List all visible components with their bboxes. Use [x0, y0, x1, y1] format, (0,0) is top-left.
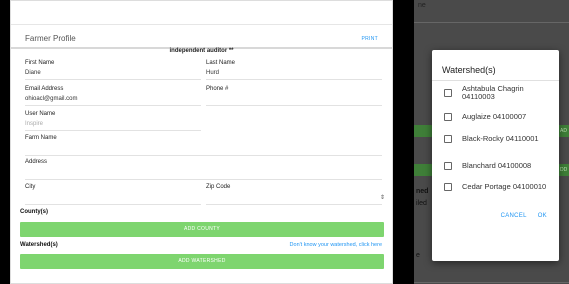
- county-section-label: County(s): [20, 209, 48, 215]
- ok-button[interactable]: OK: [538, 213, 547, 219]
- farmer-profile-panel: Farmer Profile PRINT independent auditor…: [10, 0, 393, 284]
- phone-underline: [206, 105, 382, 106]
- watershed-option-label: Auglaize 04100007: [462, 112, 527, 121]
- add-county-button[interactable]: ADD COUNTY: [20, 222, 384, 237]
- checkbox-icon[interactable]: [444, 135, 452, 143]
- watershed-section-label: Watershed(s): [20, 242, 58, 248]
- email-label: Email Address: [25, 86, 64, 92]
- farm-name-underline: [25, 155, 382, 156]
- zip-select-arrow-icon[interactable]: ⇕: [380, 194, 385, 201]
- username-underline: [25, 130, 201, 131]
- bg-fragment-bottom: e: [416, 252, 420, 259]
- watershed-option-label: Ashtabula Chagrin 04110003: [462, 84, 524, 101]
- bg-fragment-mid2: iled: [416, 200, 427, 207]
- username-label: User Name: [25, 111, 56, 117]
- city-label: City: [25, 184, 36, 190]
- checkbox-icon[interactable]: [444, 89, 452, 97]
- bg-button-fragment-2: DD: [560, 167, 568, 173]
- first-name-underline: [25, 79, 201, 80]
- address-label: Address: [25, 159, 48, 165]
- watershed-dialog: Watershed(s) Ashtabula Chagrin 04110003 …: [432, 50, 559, 261]
- bg-button-fragment-1: AD: [560, 128, 567, 134]
- address-underline: [25, 179, 382, 180]
- dialog-title-divider: [432, 80, 559, 81]
- watershed-option[interactable]: Ashtabula Chagrin 04110003: [444, 85, 554, 101]
- checkbox-icon[interactable]: [444, 162, 452, 170]
- email-underline: [25, 105, 201, 106]
- screenshot-root: Farmer Profile PRINT independent auditor…: [0, 0, 569, 284]
- watershed-help-link[interactable]: Don't know your watershed, click here: [290, 242, 382, 248]
- watershed-option-label: Cedar Portage 04100010: [462, 182, 547, 191]
- cancel-button[interactable]: CANCEL: [501, 213, 527, 219]
- dialog-actions: CANCEL OK: [501, 213, 547, 219]
- bg-bottom-divider: [414, 282, 569, 283]
- watershed-option[interactable]: Blanchard 04100008: [444, 162, 554, 170]
- last-name-field[interactable]: Hurd: [206, 70, 219, 76]
- dialog-title: Watershed(s): [442, 65, 496, 75]
- checkbox-icon[interactable]: [444, 183, 452, 191]
- first-name-label: First Name: [25, 60, 55, 66]
- add-watershed-button[interactable]: ADD WATERSHED: [20, 254, 384, 269]
- email-field[interactable]: ohioacl@gmail.com: [25, 96, 77, 102]
- zip-underline: [206, 204, 382, 205]
- bg-fragment-top: ne: [418, 2, 426, 9]
- last-name-underline: [206, 79, 382, 80]
- watershed-option[interactable]: Cedar Portage 04100010: [444, 183, 554, 191]
- checkbox-icon[interactable]: [444, 113, 452, 121]
- top-strip: [11, 1, 392, 25]
- first-name-field[interactable]: Diane: [25, 70, 41, 76]
- print-button[interactable]: PRINT: [362, 36, 379, 42]
- last-name-label: Last Name: [206, 60, 236, 66]
- username-field[interactable]: Inspire: [25, 121, 43, 127]
- watershed-option[interactable]: Black-Rocky 04110001: [444, 135, 554, 143]
- page-title: Farmer Profile: [25, 34, 76, 43]
- bg-divider: [414, 22, 569, 23]
- watershed-option[interactable]: Auglaize 04100007: [444, 113, 554, 121]
- auditor-note: independent auditor **: [169, 48, 234, 54]
- watershed-option-label: Black-Rocky 04110001: [462, 134, 539, 143]
- bg-fragment-mid1: ned: [416, 188, 429, 195]
- phone-label: Phone #: [206, 86, 229, 92]
- zip-label: Zip Code: [206, 184, 231, 190]
- watershed-option-label: Blanchard 04100008: [462, 161, 532, 170]
- farm-name-label: Farm Name: [25, 135, 57, 141]
- city-underline: [25, 204, 201, 205]
